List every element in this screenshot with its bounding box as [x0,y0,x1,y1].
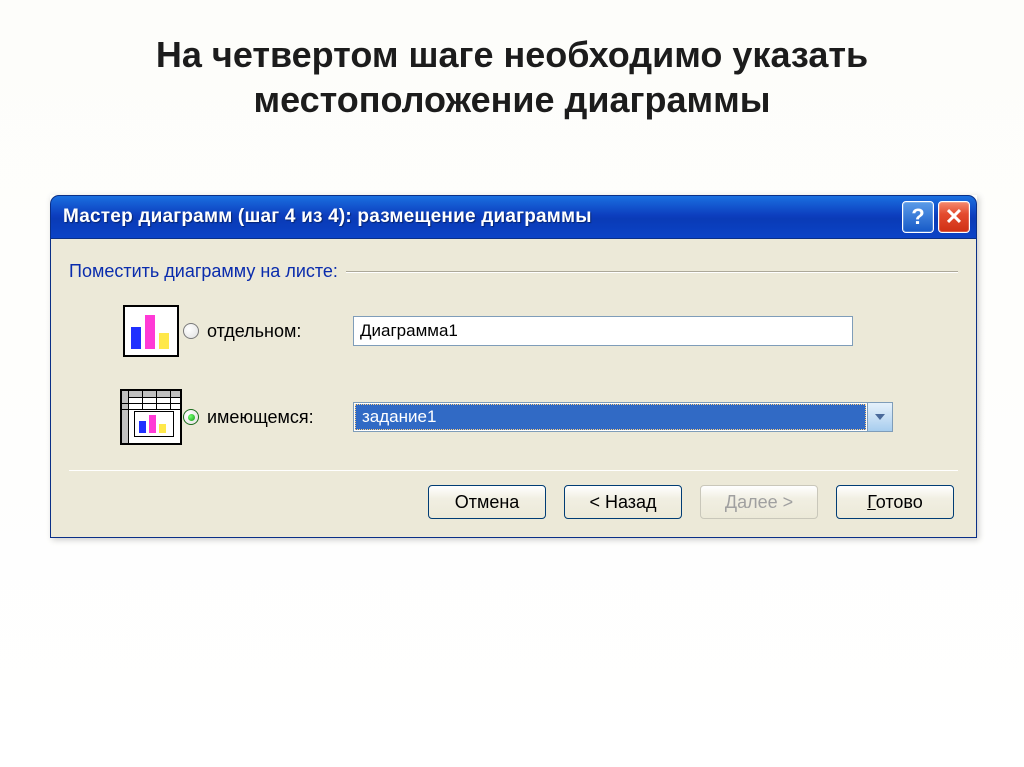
combo-value: задание1 [355,404,866,430]
dialog-body: Поместить диаграмму на листе: отдельном: [50,239,977,538]
chart-wizard-dialog: Мастер диаграмм (шаг 4 из 4): размещение… [50,195,977,538]
button-row: Отмена < Назад Далее > Готово [69,470,958,527]
group-label: Поместить диаграмму на листе: [69,261,338,282]
back-button[interactable]: < Назад [564,485,682,519]
titlebar[interactable]: Мастер диаграмм (шаг 4 из 4): размещение… [50,195,977,239]
new-sheet-icon [119,301,183,361]
finish-button[interactable]: Готово [836,485,954,519]
chevron-down-icon[interactable] [867,403,892,431]
radio-existing[interactable]: имеющемся: [183,407,353,428]
existing-sheet-icon [119,387,183,447]
slide: На четвертом шаге необходимо указать мес… [0,0,1024,767]
separator [346,271,958,273]
close-button[interactable]: ✕ [938,201,970,233]
radio-separate[interactable]: отдельном: [183,321,353,342]
radio-icon [183,409,199,425]
radio-icon [183,323,199,339]
option-existing-row: имеющемся: задание1 [119,384,948,450]
cancel-button[interactable]: Отмена [428,485,546,519]
separate-sheet-name-input[interactable] [353,316,853,346]
radio-existing-label: имеющемся: [207,407,314,428]
option-separate-row: отдельном: [119,298,948,364]
existing-sheet-combo[interactable]: задание1 [353,402,893,432]
help-icon: ? [911,204,924,230]
help-button[interactable]: ? [902,201,934,233]
radio-separate-label: отдельном: [207,321,301,342]
group-label-row: Поместить диаграмму на листе: [69,261,958,282]
titlebar-text: Мастер диаграмм (шаг 4 из 4): размещение… [63,206,898,228]
close-icon: ✕ [945,204,963,230]
next-button: Далее > [700,485,818,519]
slide-heading: На четвертом шаге необходимо указать мес… [0,32,1024,122]
